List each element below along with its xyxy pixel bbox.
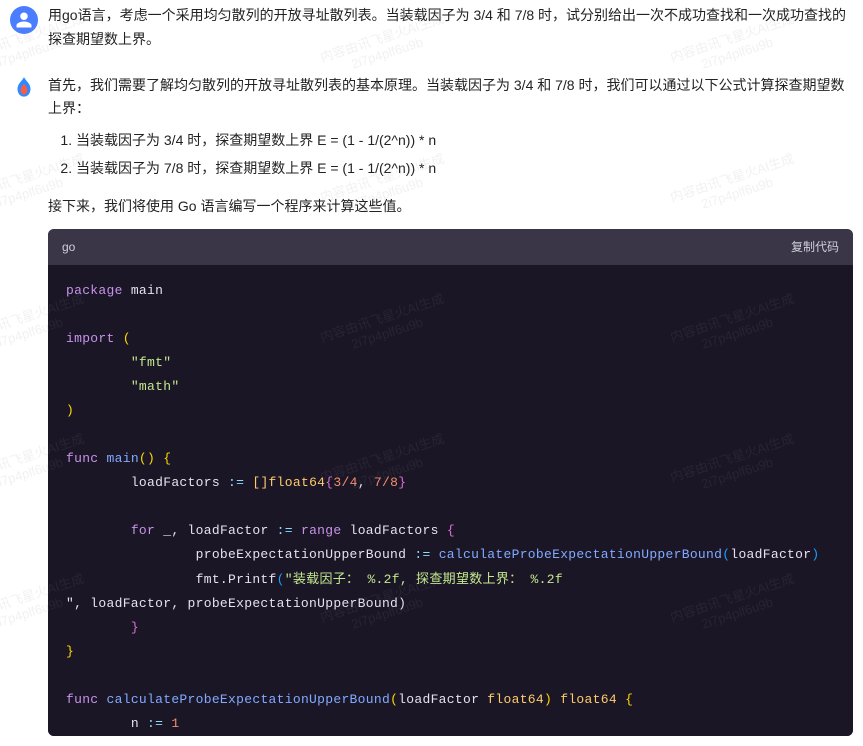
list-item: 当装载因子为 7/8 时，探查期望数上界 E = (1 - 1/(2^n)) *… xyxy=(76,157,853,181)
user-message-text: 用go语言，考虑一个采用均匀散列的开放寻址散列表。当装载因子为 3/4 和 7/… xyxy=(48,4,853,52)
user-message-row: 用go语言，考虑一个采用均匀散列的开放寻址散列表。当装载因子为 3/4 和 7/… xyxy=(0,0,863,70)
user-message-content: 用go语言，考虑一个采用均匀散列的开放寻址散列表。当装载因子为 3/4 和 7/… xyxy=(48,4,853,60)
assistant-avatar xyxy=(10,74,38,102)
person-icon xyxy=(15,11,33,29)
code-header: go 复制代码 xyxy=(48,229,853,265)
code-block: go 复制代码 package main import ( "fmt" "mat… xyxy=(48,229,853,736)
assistant-message-row: 首先，我们需要了解均匀散列的开放寻址散列表的基本原理。当装载因子为 3/4 和 … xyxy=(0,70,863,746)
formula-list: 当装载因子为 3/4 时，探查期望数上界 E = (1 - 1/(2^n)) *… xyxy=(48,129,853,181)
assistant-intro: 首先，我们需要了解均匀散列的开放寻址散列表的基本原理。当装载因子为 3/4 和 … xyxy=(48,74,853,122)
copy-code-button[interactable]: 复制代码 xyxy=(791,237,839,257)
flame-icon xyxy=(11,75,37,101)
assistant-message-content: 首先，我们需要了解均匀散列的开放寻址散列表的基本原理。当装载因子为 3/4 和 … xyxy=(48,74,853,736)
code-lang-label: go xyxy=(62,237,75,257)
list-item: 当装载因子为 3/4 时，探查期望数上界 E = (1 - 1/(2^n)) *… xyxy=(76,129,853,153)
assistant-next: 接下来，我们将使用 Go 语言编写一个程序来计算这些值。 xyxy=(48,195,853,219)
code-body[interactable]: package main import ( "fmt" "math" ) fun… xyxy=(48,265,853,736)
user-avatar xyxy=(10,6,38,34)
